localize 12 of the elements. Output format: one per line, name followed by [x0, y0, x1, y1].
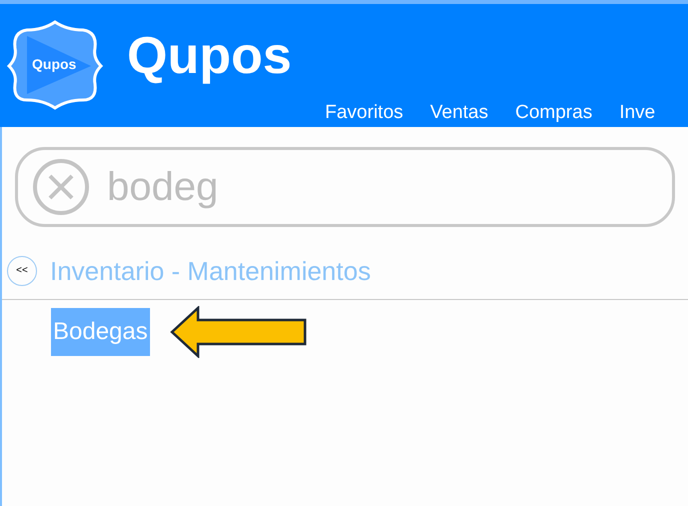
section-title: Inventario - Mantenimientos — [50, 254, 371, 288]
arrow-icon — [170, 306, 308, 358]
menu-item[interactable]: Compras — [515, 99, 592, 127]
menu-item[interactable]: Inve — [619, 99, 656, 127]
back-button[interactable]: << — [7, 256, 37, 286]
menu-item[interactable]: Favoritos — [325, 99, 404, 127]
logo-text: Qupos — [32, 55, 76, 74]
menu-item[interactable]: Ventas — [430, 99, 488, 127]
brand-name: Qupos — [127, 30, 292, 82]
result-item[interactable]: Bodegas — [51, 308, 150, 356]
search-text: bodeg — [107, 164, 218, 211]
clear-icon[interactable] — [32, 158, 90, 216]
